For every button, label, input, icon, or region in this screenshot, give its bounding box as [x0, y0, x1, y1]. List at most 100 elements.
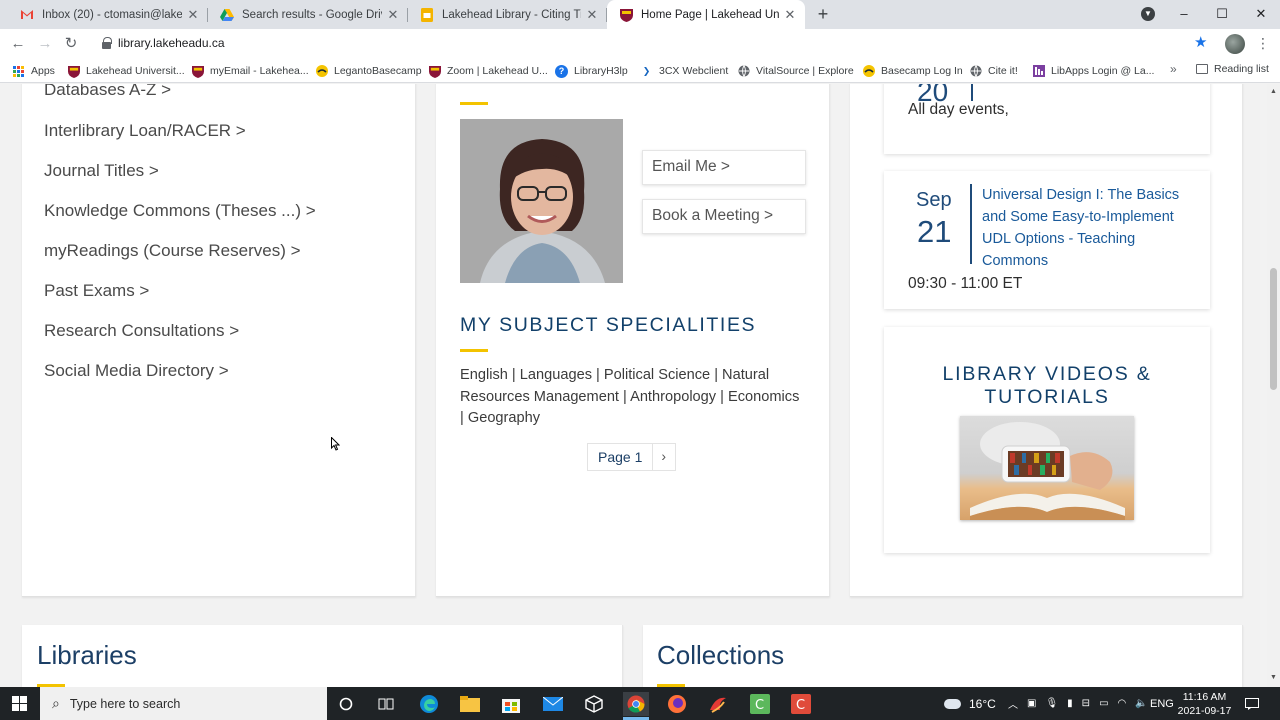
task-view-icon[interactable] [374, 692, 398, 716]
maximize-button[interactable]: ☐ [1203, 0, 1241, 29]
lock-icon [102, 37, 112, 49]
help-icon: ? [555, 64, 568, 78]
microphone-icon[interactable]: 🎙 [1045, 698, 1058, 709]
camtasia-green-icon[interactable]: C [748, 692, 772, 716]
email-me-button[interactable]: Email Me > [642, 150, 806, 185]
bookmark-apps[interactable]: Apps [12, 63, 55, 79]
scrollbar-thumb[interactable] [1270, 268, 1277, 390]
tab-google-drive[interactable]: Search results - Google Drive ✕ [208, 0, 408, 29]
event-item[interactable]: Sep 21 Universal Design I: The Basics an… [884, 171, 1210, 309]
close-tab-icon[interactable]: ✕ [585, 7, 599, 23]
new-tab-button[interactable]: + [812, 3, 834, 25]
link-research-consultations[interactable]: Research Consultations > [44, 321, 239, 341]
language-indicator[interactable]: ENG [1150, 687, 1174, 720]
url-text: library.lakeheadu.ca [118, 36, 225, 50]
event-item[interactable]: 20 All day events, [884, 84, 1210, 154]
bookmark-lakehead[interactable]: Lakehead Universit... [67, 63, 185, 79]
bookmark-3cx[interactable]: ❯ 3CX Webclient [640, 63, 729, 79]
reading-list-label: Reading list [1214, 63, 1269, 75]
link-knowledge-commons[interactable]: Knowledge Commons (Theses ...) > [44, 201, 316, 221]
library-videos-heading[interactable]: LIBRARY VIDEOS & TUTORIALS [884, 363, 1210, 409]
start-button[interactable] [0, 687, 40, 720]
event-time: All day events, [908, 101, 1009, 118]
microsoft-store-icon[interactable] [499, 692, 523, 716]
app-swirl-icon[interactable] [706, 692, 730, 716]
address-bar[interactable]: library.lakeheadu.ca [92, 32, 1218, 56]
bookmark-star-icon[interactable]: ★ [1194, 33, 1207, 51]
close-tab-icon[interactable]: ✕ [386, 7, 400, 23]
bookmark-label: Zoom | Lakehead U... [447, 65, 548, 77]
profile-avatar[interactable] [1225, 34, 1245, 54]
bookmark-cite-it[interactable]: Cite it! [969, 63, 1018, 79]
wifi-icon[interactable]: ◠ [1118, 698, 1127, 709]
minimize-button[interactable]: – [1165, 0, 1203, 29]
usb-icon[interactable]: ▮ [1067, 698, 1073, 709]
tab-search-icon[interactable]: ▼ [1141, 7, 1155, 21]
browser-menu-icon[interactable]: ⋮ [1256, 35, 1270, 52]
link-social-media-directory[interactable]: Social Media Directory > [44, 361, 229, 381]
chrome-icon[interactable] [623, 692, 649, 716]
bookmarks-overflow-button[interactable]: » [1170, 62, 1177, 76]
libraries-heading: Libraries [37, 640, 137, 670]
bookmark-basecamp[interactable]: Basecamp Log In [862, 63, 963, 79]
reading-list-button[interactable]: Reading list [1196, 63, 1269, 75]
tab-title: Home Page | Lakehead University [641, 8, 779, 21]
network-tray-icon[interactable]: ⊟ [1082, 698, 1090, 709]
link-myreadings[interactable]: myReadings (Course Reserves) > [44, 241, 301, 261]
scroll-up-icon[interactable]: ▲ [1270, 88, 1277, 95]
close-tab-icon[interactable]: ✕ [783, 7, 797, 23]
edge-icon[interactable] [417, 692, 441, 716]
link-journal-titles[interactable]: Journal Titles > [44, 161, 159, 181]
tray-app-icon[interactable]: ▣ [1027, 698, 1036, 709]
app-cube-icon[interactable] [582, 692, 606, 716]
volume-icon[interactable]: 🔈 [1135, 698, 1147, 709]
bookmark-label: Apps [31, 65, 55, 77]
tab-gmail[interactable]: Inbox (20) - ctomasin@lakehead.ca ✕ [8, 0, 208, 29]
close-tab-icon[interactable]: ✕ [186, 7, 200, 23]
firefox-icon[interactable] [665, 692, 689, 716]
close-window-button[interactable]: ✕ [1242, 0, 1280, 29]
battery-icon[interactable]: ▭ [1099, 698, 1108, 709]
lakehead-shield-icon [191, 65, 204, 78]
basecamp-icon [315, 65, 328, 78]
event-title-link[interactable]: Universal Design I: The Basics and Some … [982, 184, 1192, 272]
reading-list-icon [1196, 64, 1208, 74]
videos-thumbnail[interactable] [960, 416, 1134, 520]
file-explorer-icon[interactable] [458, 692, 482, 716]
taskbar-search-box[interactable]: ⌕ Type here to search [40, 687, 327, 720]
back-icon[interactable]: ← [9, 35, 27, 53]
reload-icon[interactable]: ↻ [62, 35, 80, 53]
page-number-button[interactable]: Page 1 [588, 444, 654, 470]
camtasia-red-icon[interactable]: C [789, 692, 813, 716]
event-day: 21 [917, 214, 952, 249]
event-divider [971, 84, 973, 101]
scroll-down-icon[interactable]: ▼ [1270, 674, 1277, 681]
bookmark-label: Lakehead Universit... [86, 65, 185, 77]
next-page-button[interactable]: › [653, 444, 675, 470]
basecamp-icon [862, 65, 875, 78]
weather-widget[interactable]: 16°C [944, 687, 996, 720]
bookmark-vitalsource[interactable]: VitalSource | Explore [737, 63, 854, 79]
cortana-icon[interactable] [334, 692, 358, 716]
forward-icon[interactable]: → [36, 35, 54, 53]
link-interlibrary-loan[interactable]: Interlibrary Loan/RACER > [44, 121, 246, 141]
link-past-exams[interactable]: Past Exams > [44, 281, 149, 301]
svg-text:C: C [755, 698, 764, 713]
notification-center-icon[interactable] [1245, 687, 1259, 720]
bookmark-libapps[interactable]: LibApps Login @ La... [1032, 63, 1154, 79]
link-databases[interactable]: Databases A-Z > [44, 84, 171, 100]
bookmark-leganto[interactable]: LegantoBasecamp [315, 63, 422, 79]
clock[interactable]: 11:16 AM 2021-09-17 [1177, 687, 1232, 720]
bookmark-myemail[interactable]: myEmail - Lakehea... [191, 63, 309, 79]
clock-date: 2021-09-17 [1177, 704, 1232, 717]
book-meeting-button[interactable]: Book a Meeting > [642, 199, 806, 234]
bookmark-zoom[interactable]: Zoom | Lakehead U... [428, 63, 548, 79]
tray-overflow-icon[interactable]: ︿ [1008, 696, 1018, 711]
page-scrollbar[interactable]: ▲ ▼ [1267, 84, 1280, 687]
tab-citing-tips[interactable]: Lakehead Library - Citing Tips & ✕ [408, 0, 607, 29]
bookmark-libraryh3lp[interactable]: ? LibraryH3lp [555, 63, 628, 79]
bookmark-label: LibraryH3lp [574, 65, 628, 77]
mail-icon[interactable] [541, 692, 565, 716]
tab-home-page[interactable]: Home Page | Lakehead University ✕ [607, 0, 805, 29]
tab-strip: Inbox (20) - ctomasin@lakehead.ca ✕ Sear… [0, 0, 1280, 29]
